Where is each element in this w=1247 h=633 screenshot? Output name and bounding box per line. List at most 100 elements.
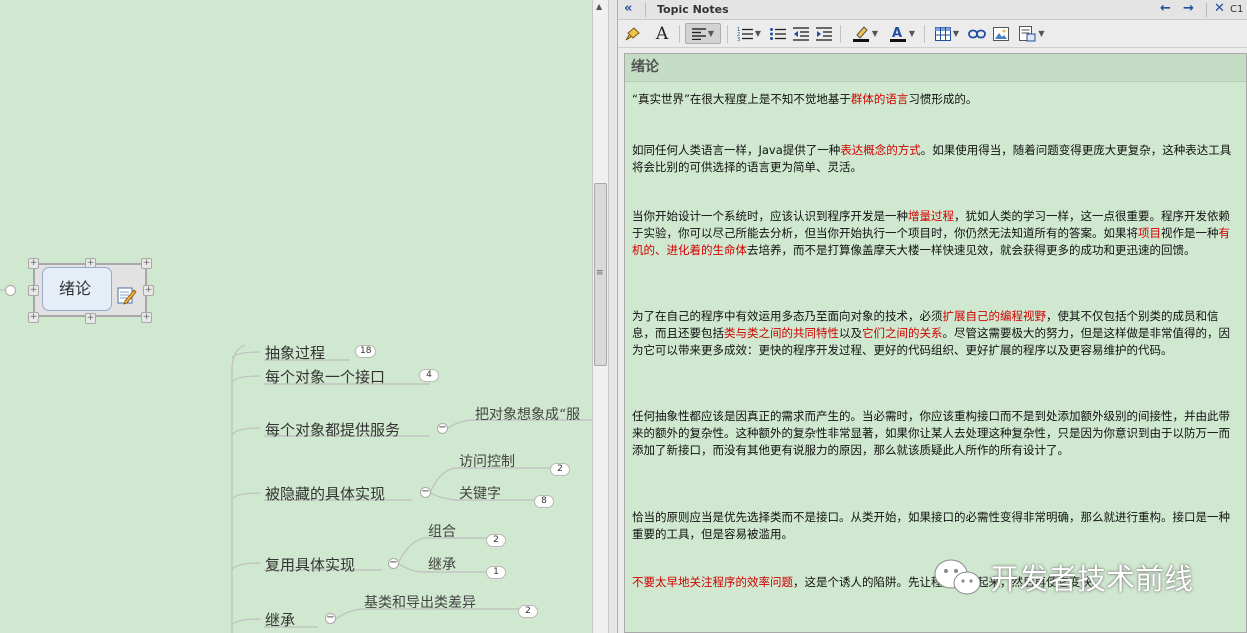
collapse-toggle-reuse[interactable]: − bbox=[388, 558, 399, 569]
scrollbar-grip-icon: ≡ bbox=[596, 268, 604, 278]
watermark-text: 开发者技术前线 bbox=[990, 562, 1194, 596]
titlebar-divider-2 bbox=[1206, 3, 1207, 17]
titlebar-divider bbox=[645, 3, 646, 17]
notes-document[interactable]: 绪论 “真实世界”在很大程度上是不知不觉地基于群体的语言习惯形成的。 如同任何人… bbox=[624, 53, 1247, 633]
highlight-color-dropdown[interactable]: ▼ bbox=[848, 23, 882, 44]
panel-title: Topic Notes bbox=[657, 3, 729, 16]
note-paragraph: 当你开始设计一个系统时，应该认识到程序开发是一种增量过程，犹如人类的学习一样，这… bbox=[632, 208, 1240, 259]
subtopic-base-derived-count-badge[interactable]: 2 bbox=[518, 605, 538, 618]
resize-handle-bottom[interactable]: + bbox=[85, 313, 96, 324]
emphasis-text: 增量过程 bbox=[908, 209, 954, 223]
emphasis-text: 扩展自己的编程视野 bbox=[942, 309, 1047, 323]
font-icon[interactable]: A bbox=[652, 23, 672, 44]
chevron-down-icon: ▼ bbox=[707, 29, 715, 38]
note-text: “真实世界”在很大程度上是不知不觉地基于 bbox=[632, 92, 851, 106]
toolbar-separator bbox=[924, 25, 925, 43]
topic-inheritance[interactable]: 继承 bbox=[265, 609, 295, 630]
scroll-up-arrow-icon[interactable]: ▲ bbox=[596, 2, 602, 11]
subtopic-composition-count-badge[interactable]: 2 bbox=[486, 534, 506, 547]
root-topic-label[interactable]: 绪论 bbox=[42, 267, 108, 311]
close-icon[interactable]: ✕ bbox=[1214, 1, 1225, 16]
subtopic-keywords[interactable]: 关键字 bbox=[459, 483, 501, 503]
emphasis-text: 它们之间的关系 bbox=[862, 326, 943, 340]
subtopic-keywords-count-badge[interactable]: 8 bbox=[534, 495, 554, 508]
toolbar-separator bbox=[679, 25, 680, 43]
chevron-down-icon: ▼ bbox=[754, 29, 762, 38]
note-text: 当你开始设计一个系统时，应该认识到程序开发是一种 bbox=[632, 209, 908, 223]
indent-icon[interactable] bbox=[815, 23, 833, 44]
collapse-toggle-service[interactable]: − bbox=[437, 423, 448, 434]
subtopic-base-derived-diff[interactable]: 基类和导出类差异 bbox=[364, 592, 476, 612]
subtopic-composition[interactable]: 组合 bbox=[428, 521, 456, 541]
svg-text:3: 3 bbox=[737, 37, 740, 41]
notes-format-toolbar: A ▼ 123 ▼ ▼ A ▼ ▼ ▼ bbox=[618, 20, 1247, 48]
resize-handle-bottom-left[interactable]: + bbox=[28, 312, 39, 323]
subtopic-imagine-service[interactable]: 把对象想象成“服 bbox=[475, 404, 580, 424]
emphasis-text: 项目 bbox=[1138, 226, 1161, 240]
topic-hidden-implementation[interactable]: 被隐藏的具体实现 bbox=[265, 483, 385, 504]
hyperlink-icon[interactable] bbox=[967, 23, 987, 44]
subtopic-imagine-service-text: 把对象想象成“服 bbox=[475, 407, 581, 423]
clear-format-brush-icon[interactable] bbox=[624, 23, 642, 44]
numbered-list-dropdown[interactable]: 123 ▼ bbox=[734, 23, 764, 44]
topic-abstraction-process[interactable]: 抽象过程 bbox=[265, 342, 325, 363]
chevron-down-icon: ▼ bbox=[871, 29, 879, 38]
emphasis-text: 不要太早地关注程序的效率问题 bbox=[632, 575, 793, 589]
notes-document-title: 绪论 bbox=[625, 54, 1246, 82]
toolbar-separator bbox=[727, 25, 728, 43]
pane-splitter[interactable] bbox=[609, 0, 618, 633]
subtopic-access-control[interactable]: 访问控制 bbox=[459, 451, 515, 471]
collapse-toggle-inheritance[interactable]: − bbox=[325, 613, 336, 624]
topic-object-interface[interactable]: 每个对象一个接口 bbox=[265, 366, 385, 387]
note-text: 恰当的原则应当是优先选择类而不是接口。从类开始，如果接口的必需性变得非常明确，那… bbox=[632, 510, 1230, 541]
numbered-list-icon: 123 bbox=[737, 27, 753, 41]
mindmap-canvas[interactable]: + + + + + + + + 绪论 抽象过程 18 每个对象一个接口 4 每个… bbox=[0, 0, 592, 633]
chevron-down-icon: ▼ bbox=[908, 29, 916, 38]
font-color-icon: A bbox=[889, 26, 906, 42]
topic-reuse-implementation[interactable]: 复用具体实现 bbox=[265, 554, 355, 575]
note-text: 任何抽象性都应该是因真正的需求而产生的。当必需时，你应该重构接口而不是到处添加额… bbox=[632, 409, 1230, 457]
chevron-down-icon: ▼ bbox=[952, 29, 960, 38]
resize-handle-right[interactable]: + bbox=[143, 285, 154, 296]
collapse-panel-double-chevron-icon[interactable]: « bbox=[624, 1, 632, 16]
resize-handle-top-right[interactable]: + bbox=[141, 258, 152, 269]
note-text: 去培养，而不是打算像盖摩天大楼一样快速见效，就会获得更多的成功和更迅速的回馈。 bbox=[747, 243, 1196, 257]
topic-abstraction-count-badge[interactable]: 18 bbox=[355, 345, 377, 358]
close-label[interactable]: C1 bbox=[1230, 4, 1243, 15]
emphasis-text: 表达概念的方式 bbox=[840, 143, 921, 157]
note-pencil-icon[interactable] bbox=[117, 286, 137, 305]
notes-titlebar: « Topic Notes ← → ✕ C1 bbox=[618, 0, 1247, 20]
align-dropdown[interactable]: ▼ bbox=[685, 23, 721, 44]
bullet-list-icon[interactable] bbox=[769, 23, 787, 44]
toolbar-separator bbox=[840, 25, 841, 43]
align-left-icon bbox=[691, 27, 706, 40]
canvas-vertical-scrollbar[interactable]: ▲ ≡ bbox=[592, 0, 609, 633]
note-paragraph: 为了在自己的程序中有效运用多态乃至面向对象的技术，必须扩展自己的编程视野，使其不… bbox=[632, 308, 1240, 359]
topic-notes-panel: « Topic Notes ← → ✕ C1 A ▼ 123 ▼ ▼ A ▼ ▼… bbox=[618, 0, 1247, 633]
resize-handle-bottom-right[interactable]: + bbox=[141, 312, 152, 323]
note-paragraph: 恰当的原则应当是优先选择类而不是接口。从类开始，如果接口的必需性变得非常明确，那… bbox=[632, 509, 1240, 543]
collapse-toggle-hidden[interactable]: − bbox=[420, 487, 431, 498]
subtopic-inheritance[interactable]: 继承 bbox=[428, 554, 456, 574]
font-color-dropdown[interactable]: A ▼ bbox=[886, 23, 918, 44]
insert-field-icon bbox=[1019, 25, 1036, 41]
note-text: 以及 bbox=[839, 326, 862, 340]
topic-interface-count-badge[interactable]: 4 bbox=[419, 369, 439, 382]
subtopic-inheritance-count-badge[interactable]: 1 bbox=[486, 566, 506, 579]
resize-handle-top-left[interactable]: + bbox=[28, 258, 39, 269]
outdent-icon[interactable] bbox=[792, 23, 810, 44]
resize-handle-left[interactable]: + bbox=[28, 285, 39, 296]
subtopic-access-control-count-badge[interactable]: 2 bbox=[550, 463, 570, 476]
next-note-arrow-icon[interactable]: → bbox=[1183, 1, 1194, 16]
image-icon[interactable] bbox=[991, 23, 1011, 44]
svg-text:A: A bbox=[892, 26, 902, 41]
table-dropdown[interactable]: ▼ bbox=[932, 23, 962, 44]
emphasis-text: 群体的语言 bbox=[850, 92, 909, 106]
note-text: 视作是一种 bbox=[1161, 226, 1219, 240]
note-paragraph: 如同任何人类语言一样，Java提供了一种表达概念的方式。如果使用得当，随着问题变… bbox=[632, 142, 1240, 176]
root-left-connector[interactable] bbox=[5, 285, 16, 296]
insert-field-dropdown[interactable]: ▼ bbox=[1016, 23, 1048, 44]
topic-object-service[interactable]: 每个对象都提供服务 bbox=[265, 419, 400, 440]
previous-note-arrow-icon[interactable]: ← bbox=[1160, 1, 1171, 16]
emphasis-text: 类与类之间的共同特性 bbox=[724, 326, 839, 340]
